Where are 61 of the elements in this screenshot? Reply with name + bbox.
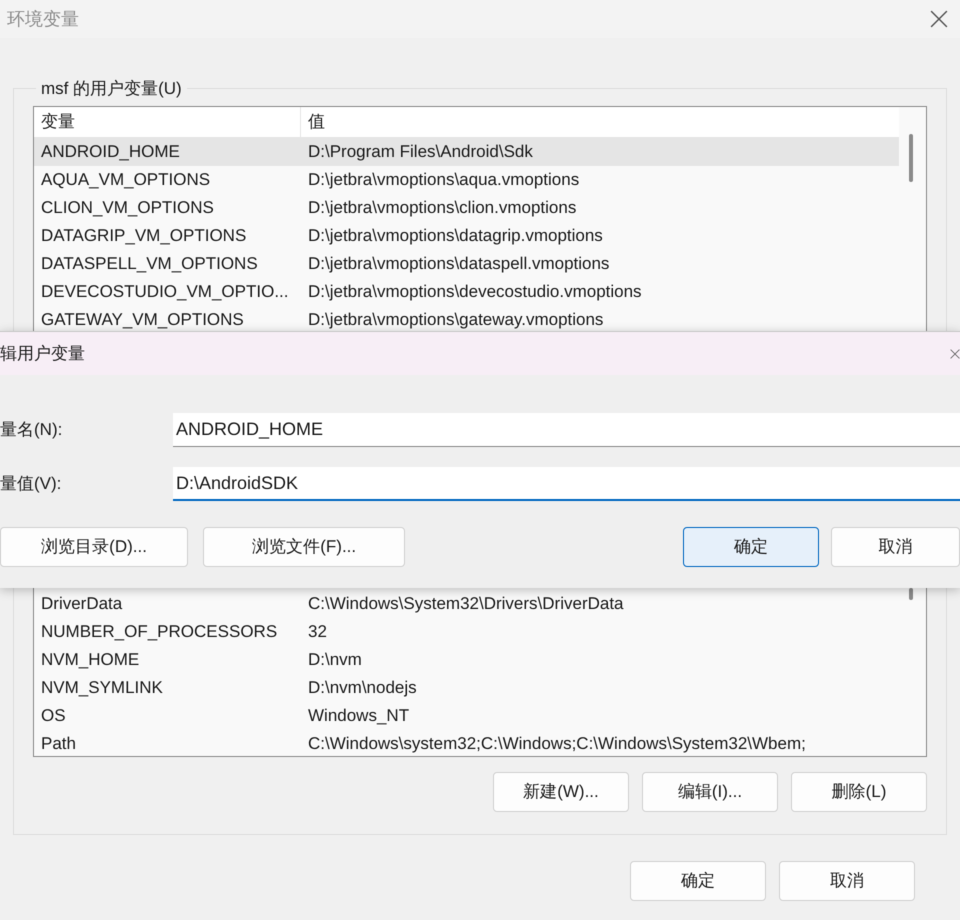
variable-name: DATASPELL_VM_OPTIONS xyxy=(40,252,259,275)
variable-value: Windows_NT xyxy=(307,704,410,727)
group-label: msf 的用户变量(U) xyxy=(40,78,183,100)
dialog-button[interactable]: 编辑(I)... xyxy=(642,772,778,812)
list-row[interactable]: OS Windows_NT xyxy=(34,702,899,730)
variable-value: 32 xyxy=(307,620,327,643)
list-row[interactable]: GATEWAY_VM_OPTIONS D:\jetbra\vmoptions\gateway.vmoptions xyxy=(34,306,899,334)
list-row[interactable]: Path C:\Windows\system32;C:\Windows;C:\Windows\System32\Wbem; xyxy=(34,730,899,756)
variable-value: D:\jetbra\vmoptions\clion.vmoptions xyxy=(307,196,576,219)
input-field[interactable]: ANDROID_HOME xyxy=(173,413,960,447)
dialog-button[interactable]: 确定 xyxy=(630,861,766,901)
variable-name: CLION_VM_OPTIONS xyxy=(40,196,215,219)
dialog-button[interactable]: 浏览目录(D)... xyxy=(0,527,188,567)
field-label: 量名(N): xyxy=(0,419,64,442)
dialog-button[interactable]: 取消 xyxy=(779,861,915,901)
variable-name: OS xyxy=(40,704,67,727)
variable-value: D:\nvm\nodejs xyxy=(307,676,417,699)
list-row[interactable]: NUMBER_OF_PROCESSORS 32 xyxy=(34,618,899,646)
list-row[interactable]: DATAGRIP_VM_OPTIONS D:\jetbra\vmoptions\datagrip.vmoptions xyxy=(34,222,899,250)
dialog-button[interactable]: 确定 xyxy=(683,527,819,567)
list-row[interactable]: NVM_SYMLINK D:\nvm\nodejs xyxy=(34,674,899,702)
dialog-button[interactable]: 新建(W)... xyxy=(493,772,629,812)
variable-name: AQUA_VM_OPTIONS xyxy=(40,168,212,191)
dialog-button[interactable]: 浏览文件(F)... xyxy=(203,527,406,567)
variable-value: D:\jetbra\vmoptions\dataspell.vmoptions xyxy=(307,252,610,275)
close-icon[interactable] xyxy=(950,348,960,360)
close-icon[interactable] xyxy=(930,10,948,28)
variable-value: D:\Program Files\Android\Sdk xyxy=(307,140,533,163)
input-field[interactable]: D:\AndroidSDK xyxy=(173,467,960,501)
variable-name: NVM_HOME xyxy=(40,648,140,671)
scrollbar[interactable] xyxy=(909,134,913,182)
list-row[interactable]: DEVECOSTUDIO_VM_OPTIO... D:\jetbra\vmoptions\devecostudio.vmoptions xyxy=(34,278,899,306)
dialog-button[interactable]: 删除(L) xyxy=(791,772,927,812)
variable-name: ANDROID_HOME xyxy=(40,140,181,163)
list-row[interactable]: DATASPELL_VM_OPTIONS D:\jetbra\vmoptions\dataspell.vmoptions xyxy=(34,250,899,278)
dialog-title: 辑用户变量 xyxy=(0,342,85,365)
variable-name: NVM_SYMLINK xyxy=(40,676,164,699)
variable-value: D:\jetbra\vmoptions\gateway.vmoptions xyxy=(307,308,604,331)
list-row[interactable]: ANDROID_HOME D:\Program Files\Android\Sdk xyxy=(34,138,899,166)
column-header[interactable]: 值 xyxy=(301,106,899,136)
variable-name: DEVECOSTUDIO_VM_OPTIO... xyxy=(40,280,290,303)
dialog-button[interactable]: 取消 xyxy=(830,527,960,567)
list-row[interactable]: DriverData C:\Windows\System32\Drivers\DriverData xyxy=(34,590,899,618)
variable-value: D:\jetbra\vmoptions\devecostudio.vmoptions xyxy=(307,280,642,303)
variable-name: GATEWAY_VM_OPTIONS xyxy=(40,308,245,331)
field-label: 量值(V): xyxy=(0,473,62,496)
scrollbar[interactable] xyxy=(909,588,913,600)
list-row[interactable]: NVM_HOME D:\nvm xyxy=(34,646,899,674)
list-row[interactable]: AQUA_VM_OPTIONS D:\jetbra\vmoptions\aqua.vmoptions xyxy=(34,166,899,194)
variable-value: D:\jetbra\vmoptions\aqua.vmoptions xyxy=(307,168,580,191)
variable-name: DATAGRIP_VM_OPTIONS xyxy=(40,224,248,247)
variable-name: DriverData xyxy=(40,592,124,615)
window-title: 环境变量 xyxy=(7,8,79,30)
variable-value: D:\jetbra\vmoptions\datagrip.vmoptions xyxy=(307,224,603,247)
list-row[interactable]: CLION_VM_OPTIONS D:\jetbra\vmoptions\clion.vmoptions xyxy=(34,194,899,222)
variable-value: C:\Windows\System32\Drivers\DriverData xyxy=(307,592,624,615)
column-header[interactable]: 变量 xyxy=(34,106,301,136)
variable-name: NUMBER_OF_PROCESSORS xyxy=(40,620,278,643)
variable-name: Path xyxy=(40,732,77,755)
variable-value: D:\nvm xyxy=(307,648,362,671)
variable-value: C:\Windows\system32;C:\Windows;C:\Windows\System32\Wbem; xyxy=(307,732,806,755)
